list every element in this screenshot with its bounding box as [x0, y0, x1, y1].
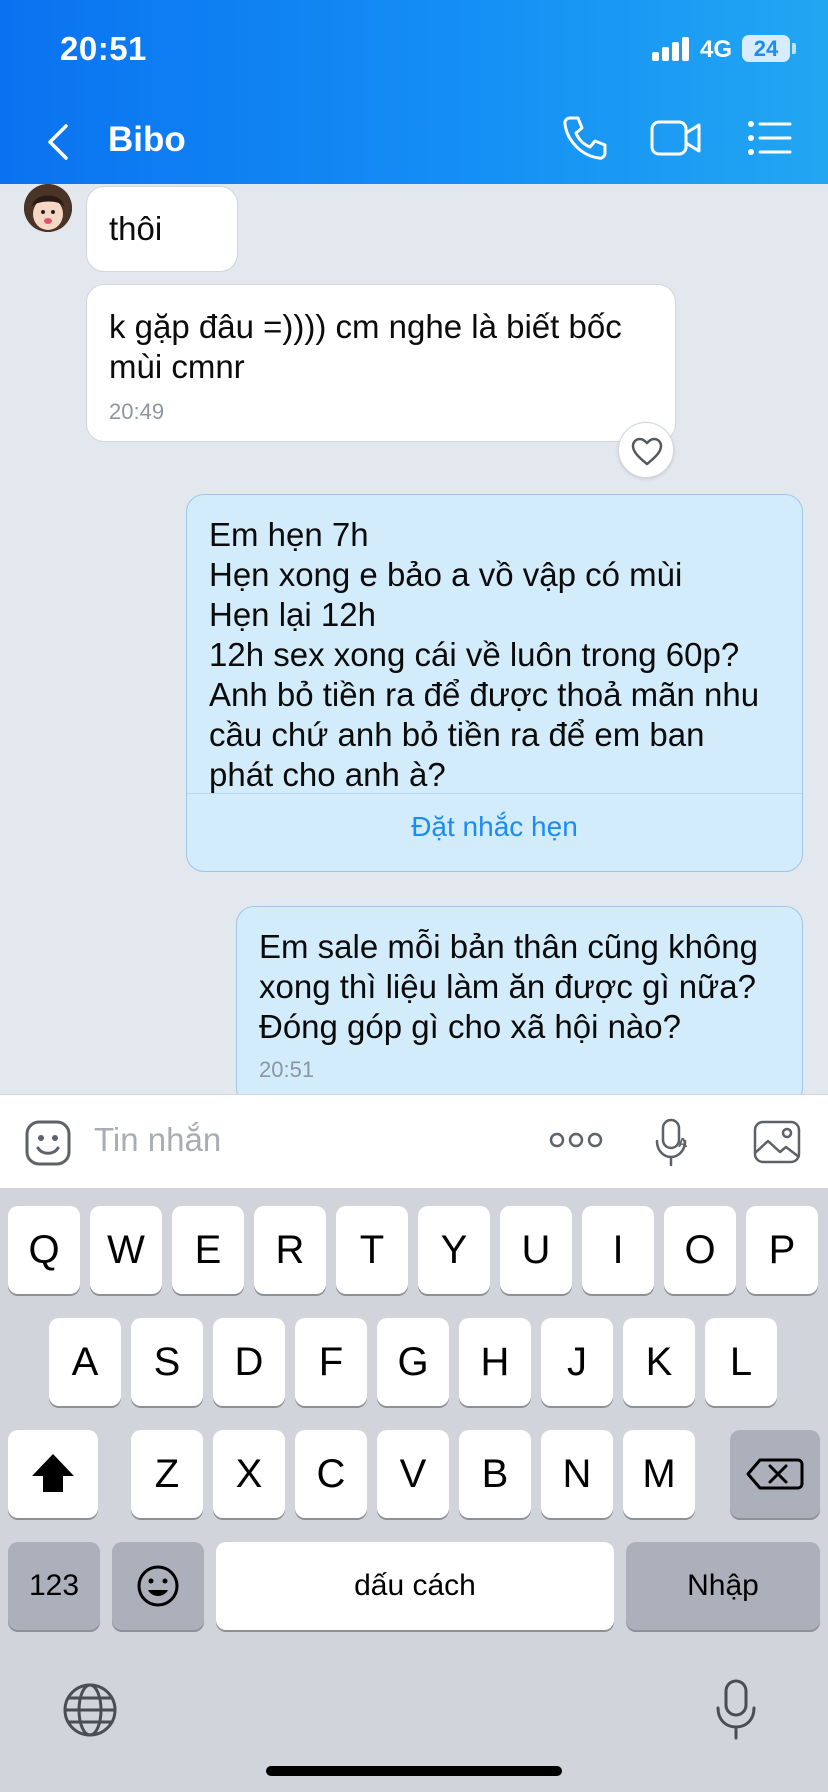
message-input[interactable]: Tin nhắn	[94, 1121, 221, 1159]
message-text: thôi	[109, 210, 163, 247]
key-v[interactable]: V	[377, 1430, 449, 1518]
emoji-icon	[137, 1565, 179, 1607]
message-time: 20:49	[109, 399, 165, 424]
key-q[interactable]: Q	[8, 1206, 80, 1294]
menu-list-icon	[748, 121, 792, 155]
key-k[interactable]: K	[623, 1318, 695, 1406]
backspace-icon	[746, 1458, 804, 1490]
key-d[interactable]: D	[213, 1318, 285, 1406]
shift-key[interactable]	[8, 1430, 98, 1518]
set-reminder-button[interactable]: Đặt nhắc hẹn	[187, 793, 802, 859]
contact-avatar-icon	[24, 184, 72, 232]
message-time: 20:51	[259, 1057, 315, 1082]
heart-icon	[631, 437, 663, 466]
key-l[interactable]: L	[705, 1318, 777, 1406]
return-key[interactable]: Nhập	[626, 1542, 820, 1630]
voice-to-text-button[interactable]: A	[654, 1117, 694, 1172]
dictation-mic-icon	[716, 1679, 756, 1740]
key-c[interactable]: C	[295, 1430, 367, 1518]
key-i[interactable]: I	[582, 1206, 654, 1294]
voice-to-text-icon: A	[655, 1118, 688, 1167]
back-chevron-icon	[48, 124, 68, 160]
message-bubble[interactable]: k gặp đâu =)))) cm nghe là biết bốc mùi …	[86, 284, 676, 442]
key-h[interactable]: H	[459, 1318, 531, 1406]
message-text: k gặp đâu =)))) cm nghe là biết bốc mùi …	[109, 308, 622, 385]
keyboard: Q W E R T Y U I O P A S D F G H J K L Z …	[0, 1188, 828, 1792]
more-button[interactable]	[548, 1129, 604, 1156]
sticker-button[interactable]	[24, 1119, 72, 1172]
key-n[interactable]: N	[541, 1430, 613, 1518]
status-time: 20:51	[60, 30, 147, 67]
key-a[interactable]: A	[49, 1318, 121, 1406]
battery-icon: 24	[742, 35, 790, 62]
options-button[interactable]	[744, 112, 796, 164]
globe-button[interactable]	[62, 1682, 118, 1743]
key-e[interactable]: E	[172, 1206, 244, 1294]
numbers-key[interactable]: 123	[8, 1542, 100, 1630]
image-icon	[753, 1120, 801, 1164]
video-call-button[interactable]	[648, 112, 701, 164]
image-button[interactable]	[752, 1119, 802, 1170]
avatar[interactable]	[24, 184, 72, 232]
key-o[interactable]: O	[664, 1206, 736, 1294]
message-input-bar: Tin nhắn A	[0, 1094, 828, 1188]
message-list[interactable]: thôi k gặp đâu =)))) cm nghe là biết bốc…	[0, 184, 828, 1094]
key-p[interactable]: P	[746, 1206, 818, 1294]
key-z[interactable]: Z	[131, 1430, 203, 1518]
key-r[interactable]: R	[254, 1206, 326, 1294]
network-type: 4G	[700, 36, 733, 63]
chat-header: 20:51 4G 24 Bibo	[0, 0, 828, 184]
battery-tip	[792, 43, 796, 54]
shift-icon	[32, 1454, 74, 1492]
phone-icon	[563, 116, 607, 160]
back-button[interactable]	[40, 118, 80, 166]
key-b[interactable]: B	[459, 1430, 531, 1518]
message-bubble[interactable]: Em sale mỗi bản thân cũng không xong thì…	[236, 906, 803, 1094]
key-w[interactable]: W	[90, 1206, 162, 1294]
key-t[interactable]: T	[336, 1206, 408, 1294]
message-text: Em sale mỗi bản thân cũng không xong thì…	[259, 928, 758, 1045]
call-button[interactable]	[558, 112, 610, 164]
message-bubble[interactable]: thôi	[86, 186, 238, 272]
key-f[interactable]: F	[295, 1318, 367, 1406]
key-u[interactable]: U	[500, 1206, 572, 1294]
key-y[interactable]: Y	[418, 1206, 490, 1294]
key-g[interactable]: G	[377, 1318, 449, 1406]
contact-name[interactable]: Bibo	[108, 120, 186, 160]
cellular-signal-icon	[652, 37, 692, 61]
key-x[interactable]: X	[213, 1430, 285, 1518]
key-m[interactable]: M	[623, 1430, 695, 1518]
message-text: Em hẹn 7h Hẹn xong e bảo a vồ vập có mùi…	[209, 516, 760, 793]
reaction-button[interactable]	[618, 422, 674, 478]
space-key[interactable]: dấu cách	[216, 1542, 614, 1630]
video-call-icon	[650, 120, 701, 156]
emoji-key[interactable]	[112, 1542, 204, 1630]
more-icon	[549, 1132, 603, 1148]
key-s[interactable]: S	[131, 1318, 203, 1406]
key-j[interactable]: J	[541, 1318, 613, 1406]
dictation-button[interactable]	[714, 1678, 758, 1747]
home-indicator[interactable]	[266, 1766, 562, 1776]
sticker-icon	[25, 1120, 71, 1166]
svg-text:A: A	[678, 1135, 688, 1150]
message-bubble[interactable]: Em hẹn 7h Hẹn xong e bảo a vồ vập có mùi…	[186, 494, 803, 872]
backspace-key[interactable]	[730, 1430, 820, 1518]
globe-icon	[63, 1683, 117, 1737]
